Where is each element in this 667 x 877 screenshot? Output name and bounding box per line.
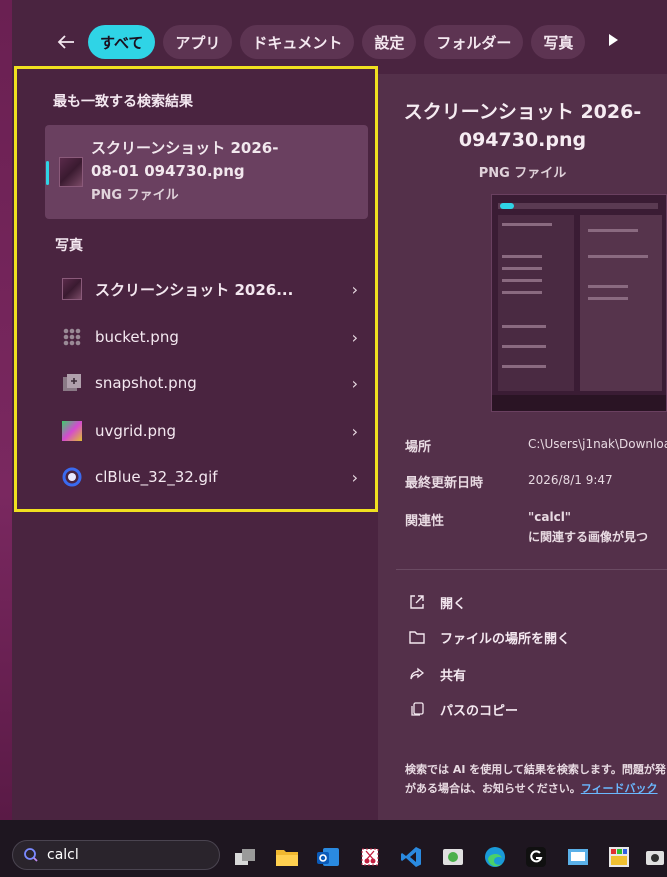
notice-line2: がある場合は、お知らせください。	[405, 782, 581, 795]
folder-icon	[408, 628, 426, 646]
preview-title-line1: スクリーンショット 2026-	[403, 101, 642, 123]
divider	[396, 569, 667, 570]
open-action-label: 開く	[440, 596, 467, 612]
search-results-panel: 最も一致する検索結果 スクリーンショット 2026- 08-01 094730.…	[14, 66, 378, 512]
gradient-grid-icon	[61, 420, 83, 442]
list-item-label: clBlue_32_32.gif	[95, 468, 218, 486]
search-input[interactable]	[47, 847, 197, 863]
edge-icon[interactable]	[482, 844, 508, 870]
search-icon	[24, 848, 38, 862]
best-match-heading: 最も一致する検索結果	[53, 94, 193, 110]
list-item-label: スクリーンショット 2026...	[95, 280, 294, 299]
list-item[interactable]: uvgrid.png ›	[45, 411, 368, 451]
relevance-label: 関連性	[405, 514, 445, 529]
chevron-right-icon[interactable]: ›	[352, 280, 358, 299]
tab-apps[interactable]: アプリ	[163, 25, 233, 59]
best-match-name-line1: スクリーンショット 2026-	[91, 139, 279, 157]
vscode-icon[interactable]	[398, 844, 424, 870]
list-item-label: uvgrid.png	[95, 422, 177, 440]
remote-app-icon[interactable]	[440, 844, 466, 870]
selection-indicator	[46, 161, 49, 185]
chevron-right-icon[interactable]: ›	[352, 374, 358, 393]
filter-bar: すべて アプリ ドキュメント 設定 フォルダー 写真	[52, 22, 667, 62]
photos-heading: 写真	[55, 238, 83, 254]
relevance-value: "calcl"	[528, 510, 572, 524]
snipping-tool-icon[interactable]	[357, 844, 383, 870]
list-item[interactable]: スクリーンショット 2026... ›	[45, 269, 368, 309]
chevron-right-icon[interactable]: ›	[352, 468, 358, 487]
preview-image[interactable]	[491, 194, 667, 412]
back-arrow-icon	[57, 35, 74, 49]
list-item[interactable]: clBlue_32_32.gif ›	[45, 457, 368, 497]
open-action[interactable]: 開く	[408, 590, 466, 614]
preview-pane: スクリーンショット 2026- 094730.png PNG ファイル 場所 C…	[378, 74, 667, 820]
tab-documents[interactable]: ドキュメント	[240, 25, 355, 59]
more-tabs-button[interactable]	[607, 33, 619, 51]
best-match-name-line2: 08-01 094730.png	[91, 162, 245, 180]
modified-label: 最終更新日時	[405, 476, 484, 491]
preview-title-line2: 094730.png	[458, 129, 587, 151]
copy-path-action[interactable]: パスのコピー	[408, 697, 518, 721]
notice-line1: 検索では AI を使用して結果を検索します。問題が発	[405, 763, 666, 776]
snapshot-icon	[61, 372, 83, 394]
chevron-right-icon[interactable]: ›	[352, 328, 358, 347]
preview-title: スクリーンショット 2026- 094730.png	[378, 98, 667, 154]
taskbar-search-box[interactable]	[12, 840, 220, 870]
blue-ring-icon	[61, 466, 83, 488]
share-label: 共有	[440, 668, 467, 684]
location-label: 場所	[405, 440, 432, 455]
preview-type: PNG ファイル	[478, 166, 567, 181]
share-action[interactable]: 共有	[408, 662, 466, 686]
location-value: C:\Users\j1nak\Downloa	[528, 437, 667, 451]
best-match-item[interactable]: スクリーンショット 2026- 08-01 094730.png PNG ファイ…	[45, 125, 368, 219]
image-thumb-icon	[61, 278, 83, 300]
play-right-icon	[609, 34, 619, 46]
copy-path-label: パスのコピー	[440, 703, 519, 719]
share-icon	[408, 665, 426, 683]
best-match-name: スクリーンショット 2026- 08-01 094730.png	[91, 137, 291, 183]
file-explorer-icon[interactable]	[274, 844, 300, 870]
ai-notice: 検索では AI を使用して結果を検索します。問題が発 がある場合は、お知らせくだ…	[405, 760, 667, 798]
open-file-location-action[interactable]: ファイルの場所を開く	[408, 625, 570, 649]
paint-app-icon[interactable]	[606, 844, 632, 870]
task-view-icon[interactable]	[232, 844, 258, 870]
chevron-right-icon[interactable]: ›	[352, 422, 358, 441]
tab-photos[interactable]: 写真	[531, 25, 586, 59]
camera-app-icon[interactable]	[645, 844, 665, 870]
back-button[interactable]	[52, 28, 80, 56]
tab-settings[interactable]: 設定	[362, 25, 417, 59]
background-strip	[0, 0, 12, 820]
list-item-label: bucket.png	[95, 328, 179, 346]
relevance-detail: に関連する画像が見つ	[528, 530, 649, 544]
image-thumb-icon	[59, 157, 83, 187]
open-file-location-label: ファイルの場所を開く	[440, 631, 571, 647]
control-panel-icon[interactable]	[565, 844, 591, 870]
feedback-link[interactable]: フィードバック	[581, 782, 658, 795]
taskbar	[0, 820, 667, 877]
outlook-icon[interactable]	[315, 844, 341, 870]
best-match-type: PNG ファイル	[91, 188, 179, 203]
list-item[interactable]: snapshot.png ›	[45, 363, 368, 403]
list-item-label: snapshot.png	[95, 374, 197, 392]
modified-value: 2026/8/1 9:47	[528, 473, 613, 487]
tab-all[interactable]: すべて	[88, 25, 156, 59]
list-item[interactable]: bucket.png ›	[45, 317, 368, 357]
grid-dots-icon	[61, 326, 83, 348]
copy-icon	[408, 700, 426, 718]
g-app-icon[interactable]	[523, 844, 549, 870]
open-external-icon	[408, 593, 426, 611]
tab-folders[interactable]: フォルダー	[424, 25, 524, 59]
